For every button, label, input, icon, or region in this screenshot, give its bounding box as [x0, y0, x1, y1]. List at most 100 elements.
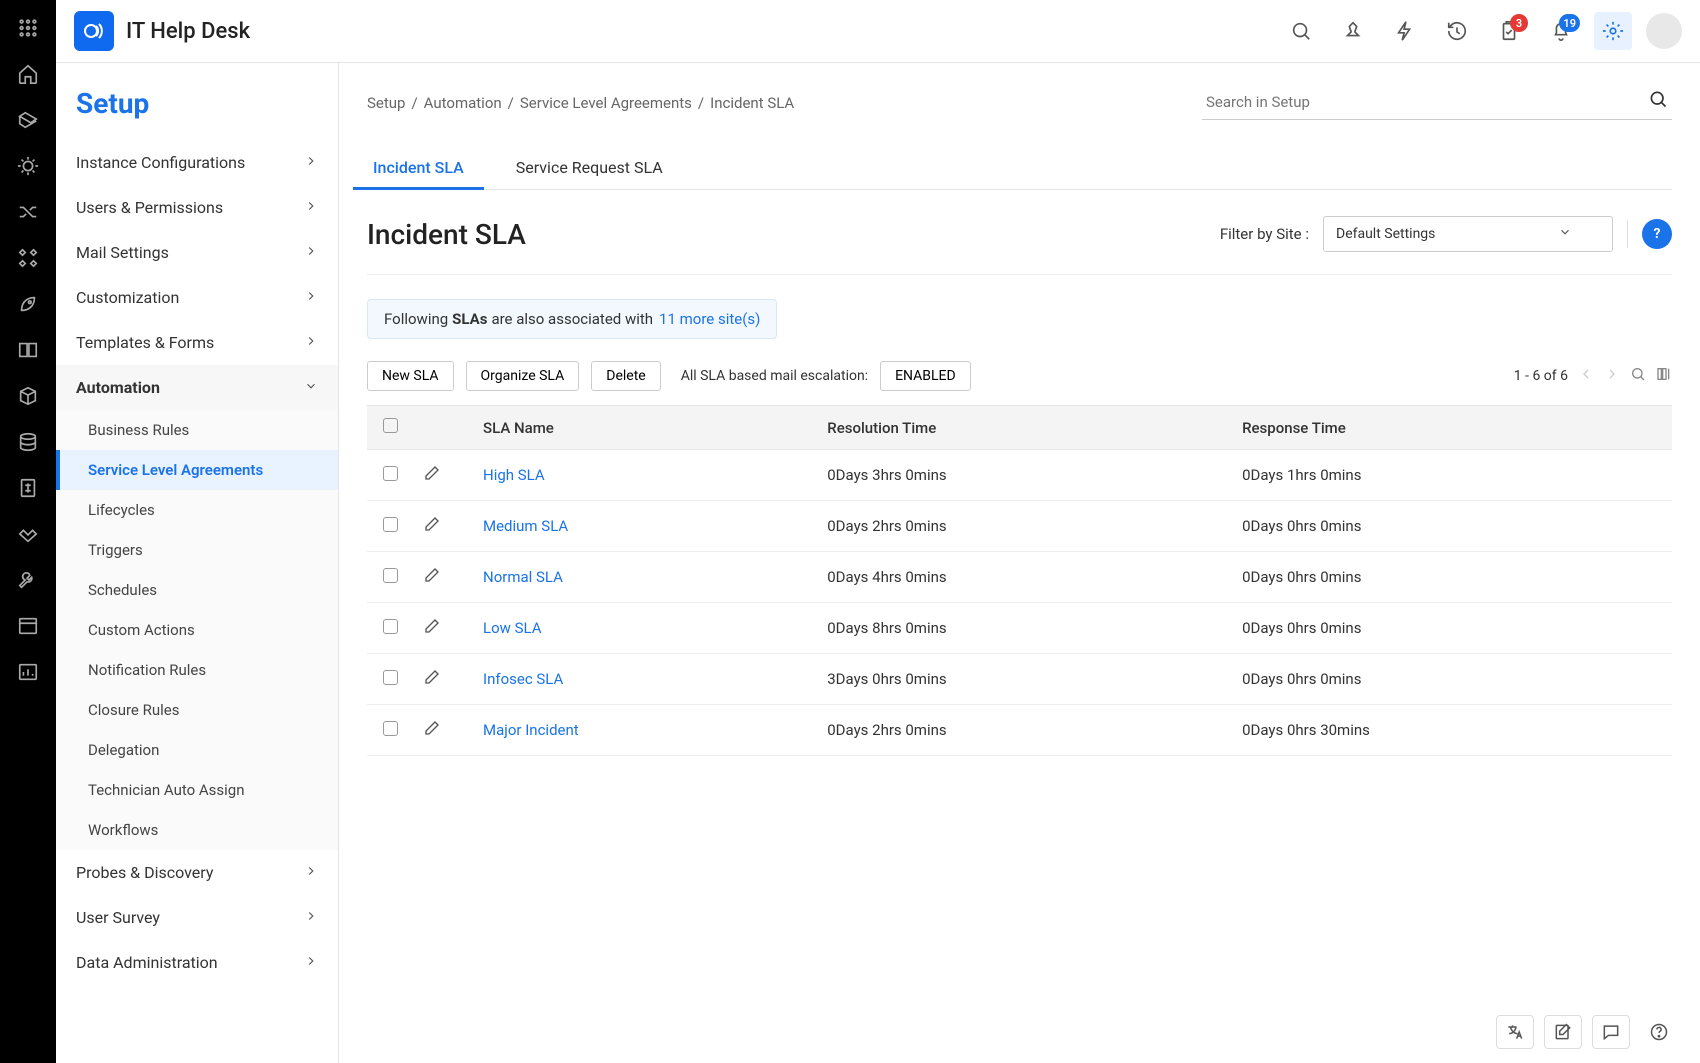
column-settings-icon[interactable] [1656, 366, 1672, 386]
setup-heading[interactable]: Setup [56, 63, 338, 140]
sidebar-item-delegation[interactable]: Delegation [56, 730, 338, 770]
sidebar-group-user-survey[interactable]: User Survey [56, 895, 338, 940]
search-icon[interactable] [1282, 12, 1320, 50]
chevron-down-icon [1558, 225, 1572, 243]
row-checkbox[interactable] [383, 568, 398, 583]
tab-incident-sla[interactable]: Incident SLA [367, 146, 470, 189]
sidebar-item-closure-rules[interactable]: Closure Rules [56, 690, 338, 730]
mail-escalation-toggle[interactable]: ENABLED [880, 361, 971, 391]
row-checkbox[interactable] [383, 517, 398, 532]
sidebar-item-triggers[interactable]: Triggers [56, 530, 338, 570]
sidebar-group-mail-settings[interactable]: Mail Settings [56, 230, 338, 275]
apps-grid-icon[interactable] [16, 16, 40, 40]
tab-service-request-sla[interactable]: Service Request SLA [510, 146, 669, 189]
clipboard-badge: 3 [1510, 14, 1528, 32]
chevron-right-icon [304, 953, 318, 972]
bug-icon[interactable] [16, 154, 40, 178]
language-icon[interactable] [1496, 1015, 1534, 1049]
sla-name-link[interactable]: Medium SLA [483, 517, 568, 535]
sidebar-item-custom-actions[interactable]: Custom Actions [56, 610, 338, 650]
sla-name-link[interactable]: Low SLA [483, 619, 542, 637]
home-icon[interactable] [16, 62, 40, 86]
search-icon[interactable] [1648, 89, 1668, 113]
next-page-icon[interactable] [1604, 366, 1620, 386]
organize-sla-button[interactable]: Organize SLA [466, 361, 580, 391]
sidebar-item-notification-rules[interactable]: Notification Rules [56, 650, 338, 690]
edit-row-icon[interactable] [423, 468, 441, 486]
sla-name-link[interactable]: Normal SLA [483, 568, 563, 586]
sidebar-item-service-level-agreements[interactable]: Service Level Agreements [56, 450, 338, 490]
response-time-cell: 0Days 0hrs 30mins [1232, 705, 1672, 756]
sidebar-item-lifecycles[interactable]: Lifecycles [56, 490, 338, 530]
invoice-icon[interactable] [16, 476, 40, 500]
edit-row-icon[interactable] [423, 519, 441, 537]
new-sla-button[interactable]: New SLA [367, 361, 454, 391]
col-response-time[interactable]: Response Time [1232, 406, 1672, 450]
tools-icon[interactable] [16, 246, 40, 270]
gear-icon[interactable] [1594, 12, 1632, 50]
sidebar-group-data-administration[interactable]: Data Administration [56, 940, 338, 985]
book-icon[interactable] [16, 338, 40, 362]
edit-note-icon[interactable] [1544, 1015, 1582, 1049]
response-time-cell: 0Days 0hrs 0mins [1232, 603, 1672, 654]
ticket-icon[interactable] [16, 108, 40, 132]
sla-name-link[interactable]: Major Incident [483, 721, 579, 739]
chart-icon[interactable] [16, 660, 40, 684]
site-filter-select[interactable]: Default Settings [1323, 216, 1613, 252]
row-checkbox[interactable] [383, 466, 398, 481]
edit-row-icon[interactable] [423, 672, 441, 690]
table-search-icon[interactable] [1630, 366, 1646, 386]
bolt-icon[interactable] [1386, 12, 1424, 50]
clipboard-check-icon[interactable]: 3 [1490, 12, 1528, 50]
edit-row-icon[interactable] [423, 621, 441, 639]
rocket-icon[interactable] [16, 292, 40, 316]
history-icon[interactable] [1438, 12, 1476, 50]
col-resolution-time[interactable]: Resolution Time [817, 406, 1232, 450]
select-all-checkbox[interactable] [383, 418, 398, 433]
sidebar-group-customization[interactable]: Customization [56, 275, 338, 320]
sidebar-group-templates-forms[interactable]: Templates & Forms [56, 320, 338, 365]
more-sites-link[interactable]: 11 more site(s) [659, 310, 760, 328]
window-icon[interactable] [16, 614, 40, 638]
bell-icon[interactable]: 19 [1542, 12, 1580, 50]
profile-avatar[interactable] [1646, 13, 1682, 49]
cube-icon[interactable] [16, 384, 40, 408]
sidebar-item-business-rules[interactable]: Business Rules [56, 410, 338, 450]
sidebar-item-workflows[interactable]: Workflows [56, 810, 338, 850]
help-circle-icon[interactable] [1640, 1015, 1678, 1049]
table-row: Infosec SLA3Days 0hrs 0mins0Days 0hrs 0m… [367, 654, 1672, 705]
sidebar-group-users-permissions[interactable]: Users & Permissions [56, 185, 338, 230]
sidebar-group-automation[interactable]: Automation [56, 365, 338, 410]
table-row: Medium SLA0Days 2hrs 0mins0Days 0hrs 0mi… [367, 501, 1672, 552]
database-icon[interactable] [16, 430, 40, 454]
shuffle-icon[interactable] [16, 200, 40, 224]
help-button[interactable]: ? [1642, 219, 1672, 249]
handshake-icon[interactable] [16, 522, 40, 546]
breadcrumb-sla[interactable]: Service Level Agreements [520, 94, 692, 112]
chat-icon[interactable] [1592, 1015, 1630, 1049]
footer-toolbar [1496, 1015, 1678, 1049]
sidebar-item-schedules[interactable]: Schedules [56, 570, 338, 610]
wrench-icon[interactable] [16, 568, 40, 592]
topbar: IT Help Desk 3 19 [56, 0, 1700, 63]
breadcrumb-automation[interactable]: Automation [424, 94, 502, 112]
row-checkbox[interactable] [383, 619, 398, 634]
chevron-right-icon [304, 198, 318, 217]
sidebar-group-probes-discovery[interactable]: Probes & Discovery [56, 850, 338, 895]
col-sla-name[interactable]: SLA Name [473, 406, 817, 450]
response-time-cell: 0Days 0hrs 0mins [1232, 501, 1672, 552]
delete-button[interactable]: Delete [591, 361, 660, 391]
breadcrumb-setup[interactable]: Setup [367, 94, 405, 112]
sidebar-item-technician-auto-assign[interactable]: Technician Auto Assign [56, 770, 338, 810]
sla-name-link[interactable]: Infosec SLA [483, 670, 563, 688]
pin-icon[interactable] [1334, 12, 1372, 50]
setup-search-input[interactable] [1202, 85, 1672, 120]
prev-page-icon[interactable] [1578, 366, 1594, 386]
row-checkbox[interactable] [383, 721, 398, 736]
sla-name-link[interactable]: High SLA [483, 466, 545, 484]
edit-row-icon[interactable] [423, 723, 441, 741]
row-checkbox[interactable] [383, 670, 398, 685]
edit-row-icon[interactable] [423, 570, 441, 588]
resolution-time-cell: 3Days 0hrs 0mins [817, 654, 1232, 705]
sidebar-group-instance-configurations[interactable]: Instance Configurations [56, 140, 338, 185]
